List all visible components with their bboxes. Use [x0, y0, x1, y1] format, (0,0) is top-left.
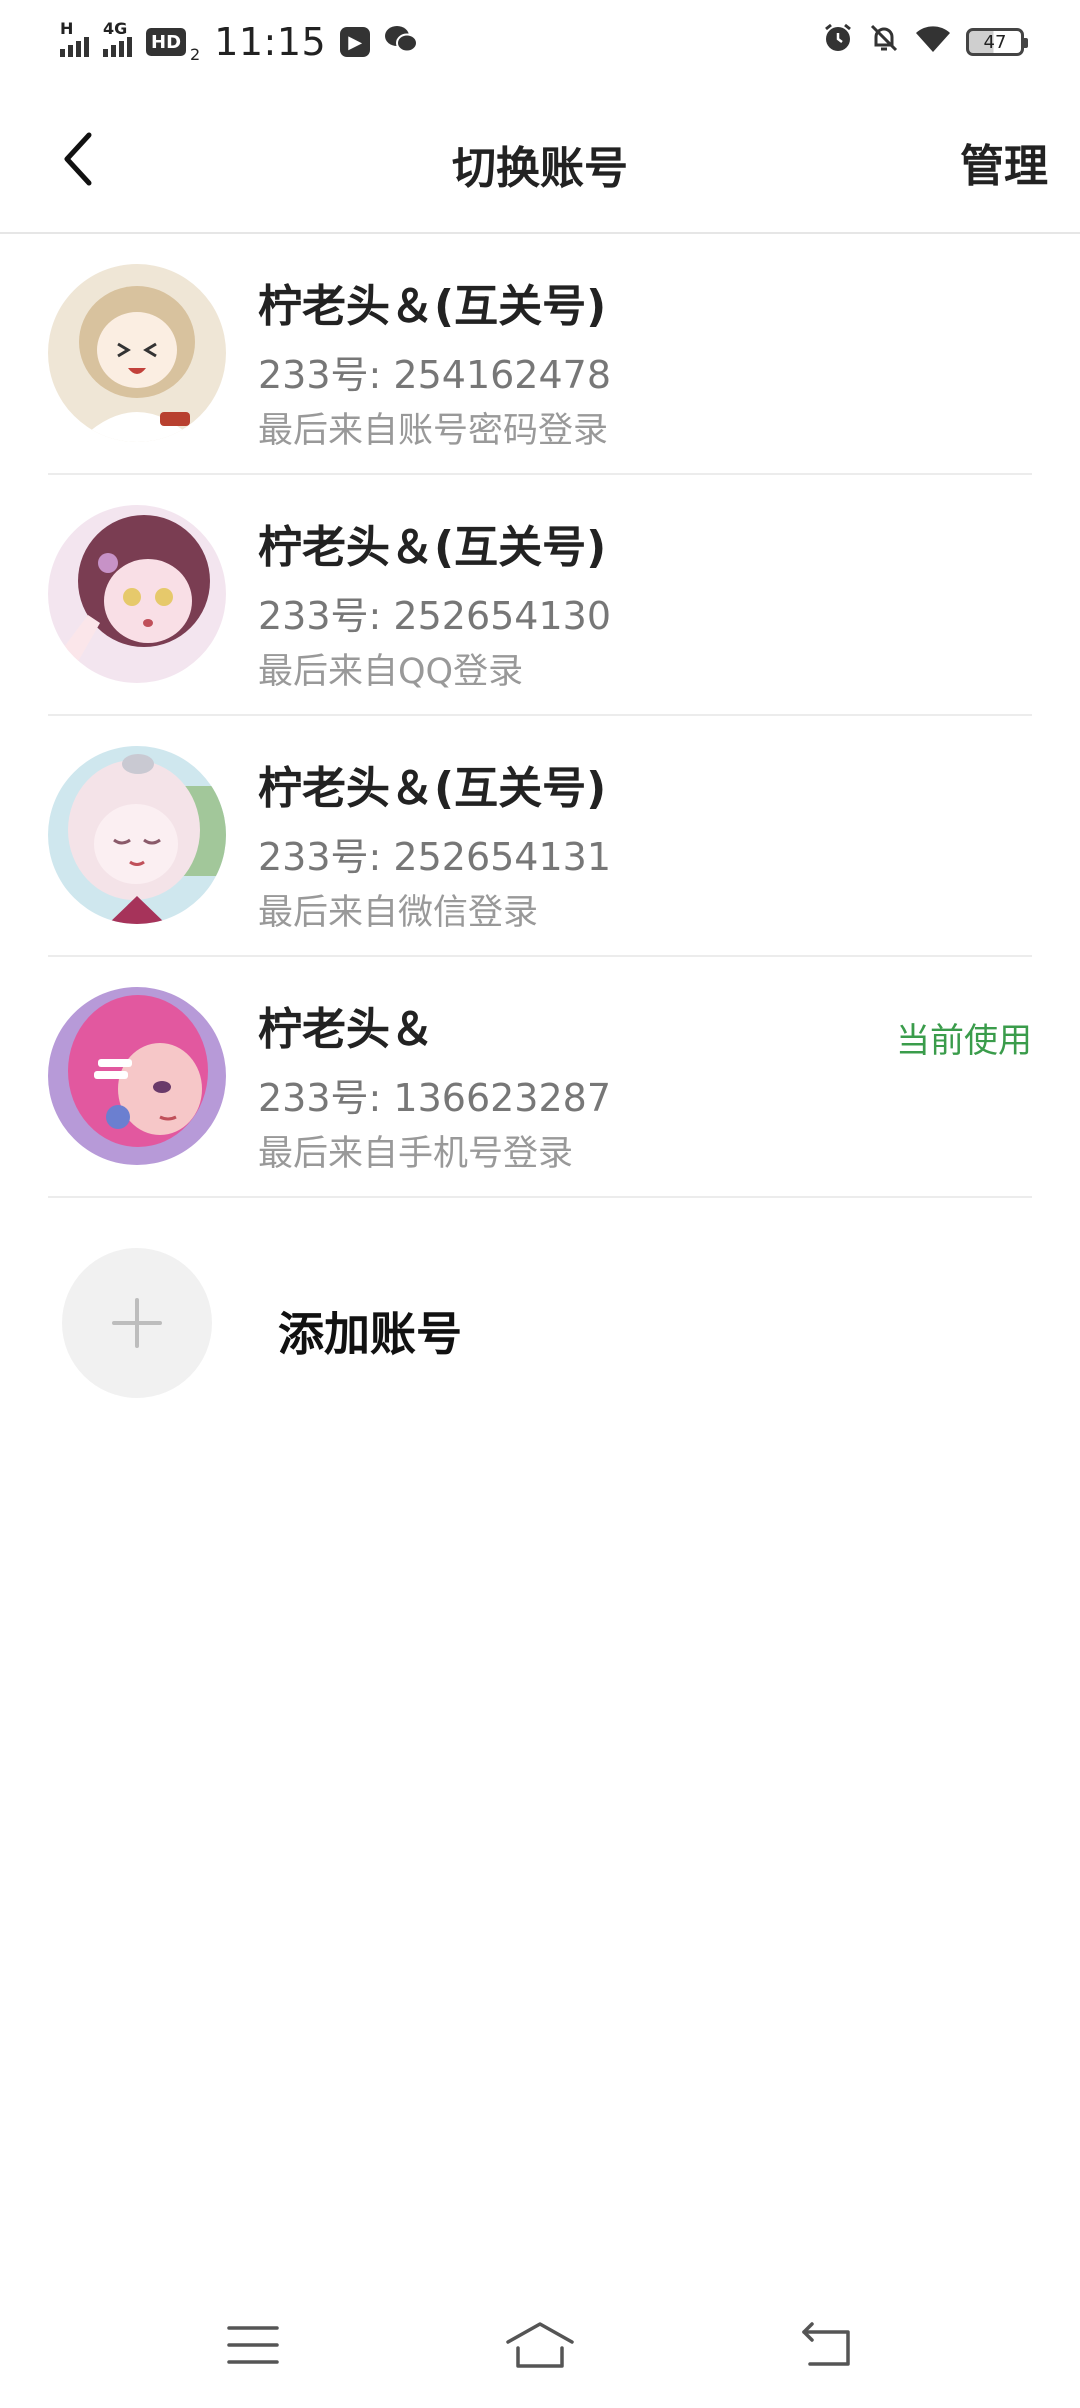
avatar — [48, 264, 226, 442]
status-bar: H 4G HD 2 11:15 ▶ 47 — [0, 0, 1080, 84]
menu-button[interactable] — [208, 2310, 298, 2380]
avatar — [48, 746, 226, 924]
account-row[interactable]: 柠老头＆(互关号) 233号: 254162478 最后来自账号密码登录 — [48, 234, 1032, 475]
account-id: 233号: 252654131 — [258, 835, 612, 879]
account-id: 233号: 136623287 — [258, 1076, 612, 1120]
account-name: 柠老头＆(互关号) — [258, 281, 607, 332]
clock: 11:15 — [214, 20, 327, 64]
mute-bell-icon — [868, 22, 900, 63]
return-icon — [801, 2322, 850, 2366]
back-nav-button[interactable] — [782, 2310, 872, 2380]
cellular-signal-icon-2: 4G — [103, 19, 132, 57]
battery-icon: 47 — [966, 28, 1028, 56]
account-row[interactable]: 柠老头＆(互关号) 233号: 252654131 最后来自微信登录 — [48, 716, 1032, 957]
menu-icon — [227, 2326, 280, 2364]
wechat-notification-icon — [384, 22, 419, 63]
status-bar-right: 47 — [822, 22, 1028, 63]
hd-voice-icon: HD — [146, 28, 187, 56]
current-account-badge: 当前使用 — [896, 1021, 1032, 1061]
avatar — [48, 987, 226, 1165]
network-type-label: H — [60, 19, 74, 38]
alarm-icon — [822, 22, 854, 63]
network-type-label-2: 4G — [103, 19, 128, 38]
add-account-circle — [62, 1248, 212, 1398]
status-bar-left: H 4G HD 2 11:15 ▶ — [60, 19, 419, 64]
top-app-bar: 切换账号 管理 — [0, 84, 1080, 234]
system-navigation-bar — [0, 2290, 1080, 2400]
last-login-method: 最后来自QQ登录 — [258, 652, 524, 692]
home-button[interactable] — [495, 2310, 585, 2380]
home-icon — [506, 2322, 574, 2368]
hd-voice-sub: 2 — [190, 45, 201, 64]
account-row-current[interactable]: 柠老头＆ 当前使用 233号: 136623287 最后来自手机号登录 — [48, 957, 1032, 1198]
account-id: 233号: 252654130 — [258, 594, 612, 638]
switch-account-screen: H 4G HD 2 11:15 ▶ 47 切换账号 管理 柠老头＆(互关号) 2… — [0, 0, 1080, 2408]
plus-icon — [112, 1298, 162, 1348]
play-app-icon: ▶ — [340, 27, 371, 57]
account-list: 柠老头＆(互关号) 233号: 254162478 最后来自账号密码登录 柠老头… — [0, 234, 1080, 1198]
cellular-signal-icon: H — [60, 19, 89, 57]
avatar — [48, 505, 226, 683]
last-login-method: 最后来自账号密码登录 — [258, 411, 609, 451]
last-login-method: 最后来自手机号登录 — [258, 1134, 574, 1174]
wifi-icon — [914, 22, 952, 63]
account-name: 柠老头＆(互关号) — [258, 763, 607, 814]
add-account-button[interactable]: 添加账号 — [48, 1248, 1032, 1398]
account-name: 柠老头＆(互关号) — [258, 522, 607, 573]
account-name: 柠老头＆ — [258, 1004, 434, 1055]
account-id: 233号: 254162478 — [258, 353, 612, 397]
account-row[interactable]: 柠老头＆(互关号) 233号: 252654130 最后来自QQ登录 — [48, 475, 1032, 716]
add-account-label: 添加账号 — [278, 1307, 462, 1361]
last-login-method: 最后来自微信登录 — [258, 893, 539, 933]
page-title: 切换账号 — [452, 143, 628, 194]
manage-button[interactable]: 管理 — [960, 130, 1048, 194]
